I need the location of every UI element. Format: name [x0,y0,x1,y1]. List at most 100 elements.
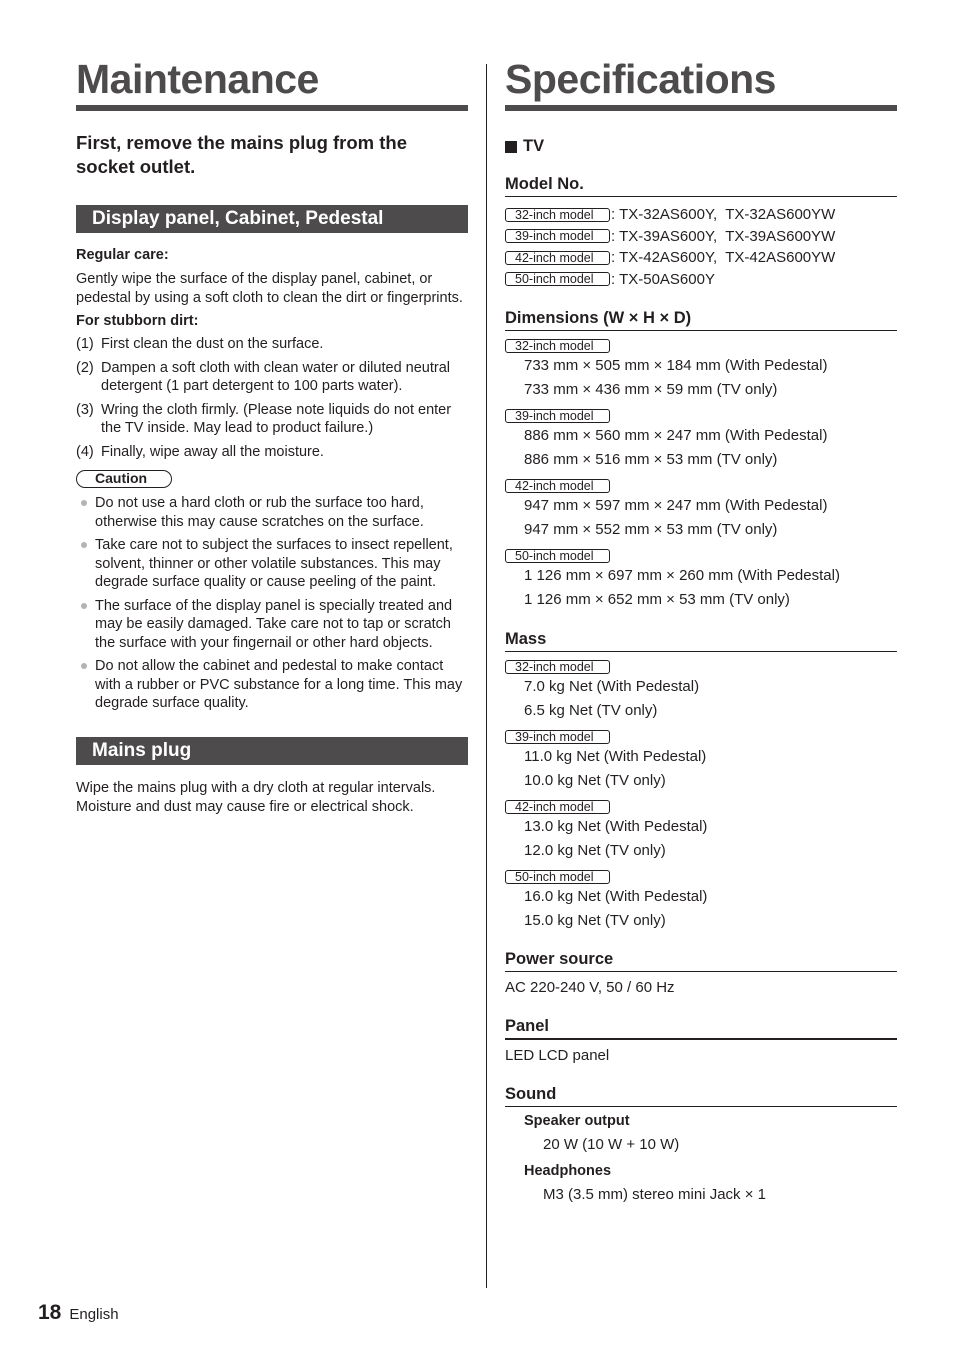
specifications-title: Specifications [505,56,776,102]
badge-row: 39-inch model [505,408,897,424]
power-source-heading: Power source [505,949,897,972]
model-no-section: Model No. 32-inch model : TX-32AS600Y, T… [505,174,897,290]
stubborn-dirt-label: For stubborn dirt: [76,313,199,329]
bullet-icon [76,494,95,531]
dimension-with-pedestal: 733 mm × 505 mm × 184 mm (With Pedestal) [524,357,828,374]
model-badge: 50-inch model [505,869,610,884]
section-heading-display-panel: Display panel, Cabinet, Pedestal [76,205,468,233]
caution-text: Do not use a hard cloth or rub the surfa… [95,495,424,530]
dimension-tv-only: 1 126 mm × 652 mm × 53 mm (TV only) [524,590,790,608]
model-numbers: : TX-39AS600Y, TX-39AS600YW [611,227,836,245]
caution-badge: Caution [76,470,172,488]
step-text: First clean the dust on the surface. [101,336,324,352]
model-badge: 50-inch model [505,548,610,563]
title-rule [505,105,897,111]
step-text: Dampen a soft cloth with clean water or … [101,359,450,395]
bullet-icon [76,597,95,653]
page-language: English [69,1306,119,1323]
model-badge: 42-inch model [505,250,610,265]
dimension-with-pedestal: 1 126 mm × 697 mm × 260 mm (With Pedesta… [524,567,840,584]
badge-row: 32-inch model [505,659,897,675]
model-no-row: 50-inch model : TX-50AS600Y [505,269,897,291]
step-text: Wring the cloth firmly. (Please note liq… [101,401,452,437]
title-rule [76,105,468,111]
speaker-output-value: 20 W (10 W + 10 W) [543,1136,680,1153]
dimensions-heading: Dimensions (W × H × D) [505,308,897,331]
model-numbers: : TX-50AS600Y [611,270,715,288]
speaker-output-label: Speaker output [524,1113,630,1129]
step-number: (4) [76,443,94,460]
tv-heading: TV [505,137,897,156]
step-item: (2) Dampen a soft cloth with clean water… [76,359,468,396]
step-item: (4) Finally, wipe away all the moisture. [76,443,468,462]
mass-section: Mass 32-inch model 7.0 kg Net (With Pede… [505,629,897,932]
mass-tv-only: 12.0 kg Net (TV only) [524,841,666,859]
model-badge: 32-inch model [505,338,610,353]
badge-row: 32-inch model [505,338,897,354]
step-number: (3) [76,401,94,418]
model-no-list: 32-inch model : TX-32AS600Y, TX-32AS600Y… [505,204,897,290]
caution-item: The surface of the display panel is spec… [76,597,468,653]
caution-item: Take care not to subject the surfaces to… [76,536,468,592]
regular-care-label: Regular care: [76,247,169,263]
model-badge: 39-inch model [505,729,610,744]
mass-with-pedestal: 13.0 kg Net (With Pedestal) [524,818,708,835]
maintenance-lead: First, remove the mains plug from the so… [76,132,408,177]
badge-row: 50-inch model [505,869,897,885]
caution-list: Do not use a hard cloth or rub the surfa… [76,494,468,713]
dimension-with-pedestal: 947 mm × 597 mm × 247 mm (With Pedestal) [524,497,828,514]
section-heading-mains-plug: Mains plug [76,736,468,765]
mass-with-pedestal: 7.0 kg Net (With Pedestal) [524,678,700,695]
model-badge: 39-inch model [505,229,610,244]
mains-plug-text: Wipe the mains plug with a dry cloth at … [76,779,436,815]
sound-section: Sound Speaker output 20 W (10 W + 10 W) … [505,1084,897,1207]
square-bullet-icon [505,140,517,153]
panel-heading: Panel [505,1016,897,1040]
step-item: (1) First clean the dust on the surface. [76,335,468,354]
page-footer: 18 English [38,1301,119,1325]
bullet-icon [76,536,95,592]
cleaning-steps: (1) First clean the dust on the surface.… [76,335,468,461]
dimension-tv-only: 733 mm × 436 mm × 59 mm (TV only) [524,380,778,398]
maintenance-title: Maintenance [76,56,319,102]
caution-item: Do not allow the cabinet and pedestal to… [76,657,468,713]
mass-with-pedestal: 16.0 kg Net (With Pedestal) [524,888,708,905]
model-no-row: 39-inch model : TX-39AS600Y, TX-39AS600Y… [505,226,897,248]
panel-value: LED LCD panel [505,1047,610,1064]
step-item: (3) Wring the cloth firmly. (Please note… [76,401,468,438]
model-badge: 42-inch model [505,478,610,493]
page-number: 18 [38,1301,62,1324]
step-number: (2) [76,359,94,376]
step-number: (1) [76,336,94,352]
caution-item: Do not use a hard cloth or rub the surfa… [76,494,468,531]
badge-row: 50-inch model [505,548,897,564]
model-numbers: : TX-32AS600Y, TX-32AS600YW [611,206,836,223]
dimension-tv-only: 886 mm × 516 mm × 53 mm (TV only) [524,450,778,468]
badge-row: 42-inch model [505,478,897,494]
badge-row: 39-inch model [505,729,897,745]
power-source-section: Power source AC 220-240 V, 50 / 60 Hz [505,949,897,998]
headphones-label: Headphones [524,1163,612,1179]
tv-label: TV [523,137,545,155]
specifications-column: Specifications TV Model No. 32-inch mode… [505,56,897,1207]
model-no-row: 42-inch model : TX-42AS600Y, TX-42AS600Y… [505,247,897,269]
mass-tv-only: 10.0 kg Net (TV only) [524,771,666,789]
model-badge: 50-inch model [505,272,610,287]
model-badge: 32-inch model [505,659,610,674]
bullet-icon [76,657,95,713]
maintenance-column: Maintenance First, remove the mains plug… [76,56,468,817]
mass-heading: Mass [505,629,897,652]
power-source-value: AC 220-240 V, 50 / 60 Hz [505,979,675,996]
model-badge: 32-inch model [505,207,610,222]
mass-tv-only: 15.0 kg Net (TV only) [524,911,666,929]
sound-heading: Sound [505,1084,897,1107]
model-no-row: 32-inch model : TX-32AS600Y, TX-32AS600Y… [505,204,897,226]
model-badge: 42-inch model [505,799,610,814]
panel-section: Panel LED LCD panel [505,1016,897,1066]
model-badge: 39-inch model [505,408,610,423]
caution-text: Do not allow the cabinet and pedestal to… [95,658,463,711]
model-no-heading: Model No. [505,174,897,197]
regular-care-text: Gently wipe the surface of the display p… [76,271,463,306]
dimensions-section: Dimensions (W × H × D) 32-inch model 733… [505,308,897,611]
caution-text: Take care not to subject the surfaces to… [95,537,453,590]
